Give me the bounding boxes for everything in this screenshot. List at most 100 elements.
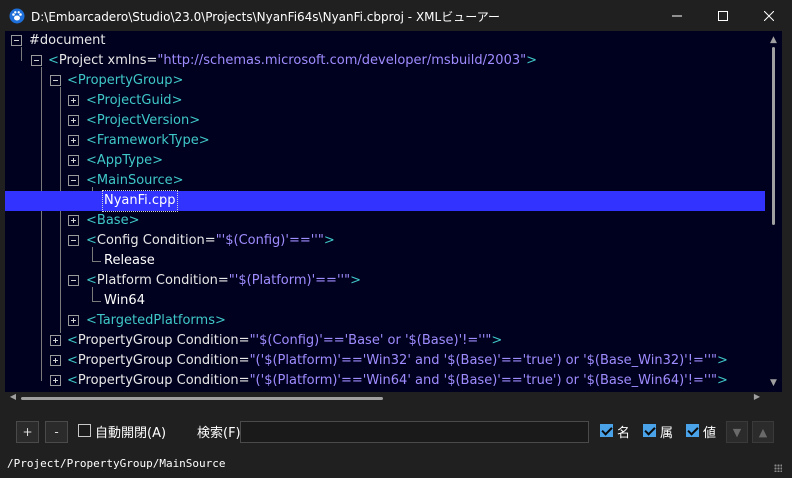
minimize-icon bbox=[672, 15, 682, 17]
tree-node-label: <Base> bbox=[86, 211, 139, 231]
tree-node-label: <ProjectVersion> bbox=[86, 111, 200, 131]
scroll-left-icon[interactable]: ◀ bbox=[7, 391, 19, 403]
vertical-scrollbar[interactable]: ▲ ▼ bbox=[765, 31, 782, 392]
expand-toggle-icon[interactable] bbox=[50, 355, 61, 366]
tree-row[interactable]: <FrameworkType> bbox=[5, 131, 765, 151]
tree-row[interactable]: Win64 bbox=[5, 291, 765, 311]
search-label: 検索(F) bbox=[197, 426, 241, 441]
tag-close: > bbox=[189, 113, 201, 128]
tag-close: > bbox=[171, 93, 183, 108]
expand-all-button[interactable]: + bbox=[16, 421, 39, 443]
tree-row[interactable]: <MainSource> bbox=[5, 171, 765, 191]
element-name: Config Condition= bbox=[96, 233, 216, 248]
tree-node-label: <AppType> bbox=[86, 151, 163, 171]
tree-node-label: <Project xmlns="http://schemas.microsoft… bbox=[48, 51, 537, 71]
attribute-value: "'$(Config)'==''" bbox=[215, 233, 324, 248]
horizontal-scroll-thumb[interactable] bbox=[21, 397, 383, 400]
tree-node-label: <ProjectGuid> bbox=[86, 91, 182, 111]
collapse-toggle-icon[interactable] bbox=[31, 55, 42, 66]
tag-close: > bbox=[323, 233, 335, 248]
expand-toggle-icon[interactable] bbox=[68, 95, 79, 106]
tag-close: > bbox=[152, 153, 164, 168]
expand-toggle-icon[interactable] bbox=[68, 315, 79, 326]
tree-row[interactable]: <ProjectVersion> bbox=[5, 111, 765, 131]
element-name: FrameworkType bbox=[96, 133, 199, 148]
tag-close: > bbox=[214, 313, 226, 328]
element-name: PropertyGroup bbox=[77, 73, 173, 88]
tag-close: > bbox=[128, 213, 140, 228]
element-name: PropertyGroup Condition= bbox=[77, 353, 250, 368]
collapse-all-button[interactable]: - bbox=[45, 421, 68, 443]
element-name: AppType bbox=[96, 153, 153, 168]
filter-name-label[interactable]: 名 bbox=[617, 422, 630, 441]
element-name: PropertyGroup Condition= bbox=[77, 373, 250, 388]
find-prev-button[interactable]: ▲ bbox=[752, 421, 774, 443]
arrow-down-icon: ▼ bbox=[732, 425, 742, 439]
tree-row[interactable]: #document bbox=[5, 31, 765, 51]
filter-attr-checkbox[interactable] bbox=[643, 424, 656, 437]
tag-open: < bbox=[86, 93, 97, 108]
tree-row[interactable]: <PropertyGroup Condition="('$(Platform)'… bbox=[5, 371, 765, 391]
close-button[interactable] bbox=[746, 0, 792, 32]
tree-row[interactable]: <Base> bbox=[5, 211, 765, 231]
close-icon bbox=[764, 11, 774, 21]
tree-row[interactable]: <Project xmlns="http://schemas.microsoft… bbox=[5, 51, 765, 71]
text-node-label: NyanFi.cpp bbox=[102, 190, 178, 212]
collapse-toggle-icon[interactable] bbox=[68, 275, 79, 286]
tree-row[interactable]: <TargetedPlatforms> bbox=[5, 311, 765, 331]
filter-value-checkbox[interactable] bbox=[686, 424, 699, 437]
expand-toggle-icon[interactable] bbox=[68, 155, 79, 166]
tree-row[interactable]: <AppType> bbox=[5, 151, 765, 171]
scroll-up-icon[interactable]: ▲ bbox=[765, 33, 782, 47]
text-node-label: Release bbox=[104, 253, 155, 268]
filter-value-label[interactable]: 値 bbox=[703, 422, 716, 441]
collapse-toggle-icon[interactable] bbox=[68, 235, 79, 246]
tree-row[interactable]: <Config Condition="'$(Config)'==''"> bbox=[5, 231, 765, 251]
collapse-toggle-icon[interactable] bbox=[50, 75, 61, 86]
expand-toggle-icon[interactable] bbox=[68, 115, 79, 126]
element-name: MainSource bbox=[96, 173, 173, 188]
xml-tree-view[interactable]: #document <Project xmlns="http://schemas… bbox=[5, 31, 782, 392]
tag-open: < bbox=[86, 173, 97, 188]
filter-attr-label[interactable]: 属 bbox=[660, 422, 673, 441]
vertical-scroll-thumb[interactable] bbox=[772, 47, 775, 225]
collapse-toggle-icon[interactable] bbox=[11, 35, 22, 46]
scroll-down-icon[interactable]: ▼ bbox=[765, 376, 782, 390]
tag-close: > bbox=[526, 53, 538, 68]
tree-row[interactable]: Release bbox=[5, 251, 765, 271]
resize-grip-icon[interactable] bbox=[774, 464, 782, 472]
filter-name-checkbox[interactable] bbox=[600, 424, 613, 437]
element-name: ProjectGuid bbox=[96, 93, 172, 108]
tree-node-label: #document bbox=[29, 33, 106, 48]
maximize-icon bbox=[718, 11, 728, 21]
find-next-button[interactable]: ▼ bbox=[726, 421, 748, 443]
minimize-button[interactable] bbox=[654, 0, 700, 32]
element-name: Platform Condition= bbox=[96, 273, 229, 288]
tree-node-label: <PropertyGroup Condition="('$(Platform)'… bbox=[67, 351, 728, 371]
tree-row-selected[interactable]: NyanFi.cpp bbox=[5, 190, 765, 212]
tree-row[interactable]: <PropertyGroup Condition="'$(Config)'=='… bbox=[5, 331, 765, 351]
tag-close: > bbox=[717, 373, 728, 388]
scroll-right-icon[interactable]: ▶ bbox=[751, 391, 763, 403]
collapse-toggle-icon[interactable] bbox=[68, 175, 79, 186]
window-title: D:\Embarcadero\Studio\23.0\Projects\Nyan… bbox=[31, 9, 500, 24]
tree-row[interactable]: <PropertyGroup> bbox=[5, 71, 765, 91]
tag-open: < bbox=[67, 353, 78, 368]
tree-node-label: <PropertyGroup Condition="('$(Platform)'… bbox=[67, 371, 728, 391]
tree-row[interactable]: <ProjectGuid> bbox=[5, 91, 765, 111]
status-bar: /Project/PropertyGroup/MainSource bbox=[0, 452, 792, 478]
search-input[interactable] bbox=[240, 421, 589, 443]
tree-row[interactable]: <PropertyGroup Condition="('$(Platform)'… bbox=[5, 351, 765, 371]
expand-toggle-icon[interactable] bbox=[50, 375, 61, 386]
expand-toggle-icon[interactable] bbox=[68, 135, 79, 146]
auto-expand-label[interactable]: 自動開閉(A) bbox=[95, 422, 166, 441]
tree-row[interactable]: <Platform Condition="'$(Platform)'==''"> bbox=[5, 271, 765, 291]
auto-expand-checkbox[interactable] bbox=[78, 424, 91, 437]
horizontal-scrollbar[interactable]: ◀ ▶ bbox=[5, 392, 765, 404]
attribute-value: "http://schemas.microsoft.com/developer/… bbox=[157, 53, 527, 68]
expand-toggle-icon[interactable] bbox=[68, 215, 79, 226]
maximize-button[interactable] bbox=[700, 0, 746, 32]
tree-node-label: <Config Condition="'$(Config)'==''"> bbox=[86, 231, 335, 251]
arrow-up-icon: ▲ bbox=[758, 425, 768, 439]
expand-toggle-icon[interactable] bbox=[50, 335, 61, 346]
